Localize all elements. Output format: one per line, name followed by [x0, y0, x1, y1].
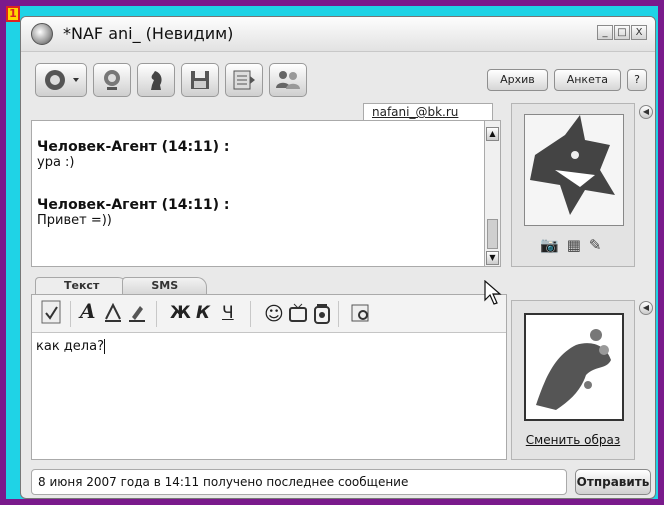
maximize-button[interactable]: □: [614, 25, 630, 40]
change-avatar-link[interactable]: Сменить образ: [512, 433, 634, 447]
my-avatar: [524, 313, 624, 421]
message-text: ура :): [37, 155, 75, 170]
profile-button[interactable]: Анкета: [553, 69, 621, 91]
spellcheck-icon: [41, 300, 61, 324]
separator: [156, 301, 157, 327]
italic-button[interactable]: К: [196, 303, 210, 323]
separator: [338, 301, 339, 327]
underline-button[interactable]: Ч: [222, 303, 234, 323]
message-input-text: как дела?: [36, 339, 104, 354]
message: Человек-Агент (14:11) : ура :): [37, 139, 230, 170]
chat-history[interactable]: Человек-Агент (14:11) : ура :) Человек-А…: [31, 120, 501, 267]
message-header: Человек-Агент (14:11) :: [37, 139, 230, 155]
status-menu-button[interactable]: [35, 63, 87, 97]
gallery-icon[interactable]: ▦: [567, 236, 581, 254]
tab-text[interactable]: Текст: [35, 277, 129, 294]
highlight-icon[interactable]: [128, 303, 146, 328]
contact-avatar: [524, 114, 624, 226]
help-button[interactable]: ?: [627, 69, 647, 91]
tab-sms[interactable]: SMS: [122, 277, 208, 294]
contact-avatar-panel: 📷 ▦ ✎: [511, 103, 635, 267]
webcam-icon: [104, 70, 120, 90]
message: Человек-Агент (14:11) : Привет =)): [37, 197, 230, 228]
scroll-down-icon[interactable]: ▼: [486, 251, 499, 265]
collapse-my-avatar-icon[interactable]: ◀: [639, 301, 653, 315]
compose-area: A Ж К Ч ☺ как дела?: [31, 294, 507, 460]
webcam-button[interactable]: [93, 63, 131, 97]
window-controls: _ □ X: [597, 25, 647, 40]
message-header: Человек-Агент (14:11) :: [37, 197, 230, 213]
archive-button[interactable]: Архив: [487, 69, 548, 91]
scroll-thumb[interactable]: [487, 219, 498, 249]
window-title: *NAF ani_ (Невидим): [63, 24, 234, 43]
scroll-up-icon[interactable]: ▲: [486, 127, 499, 141]
animation-icon[interactable]: [312, 303, 332, 330]
save-button[interactable]: [181, 63, 219, 97]
close-button[interactable]: X: [631, 25, 647, 40]
main-toolbar: [35, 63, 307, 97]
my-avatar-panel: Сменить образ: [511, 300, 635, 460]
app-icon[interactable]: [31, 23, 53, 45]
save-icon: [191, 71, 209, 89]
camera-icon[interactable]: 📷: [540, 236, 559, 254]
status-icon: [45, 70, 79, 90]
title-bar: *NAF ani_ (Невидим) _ □ X: [21, 17, 655, 52]
font-icon[interactable]: A: [80, 299, 96, 323]
send-button[interactable]: Отправить: [575, 469, 651, 495]
game-button[interactable]: [137, 63, 175, 97]
edit-icon[interactable]: ✎: [589, 236, 602, 254]
tv-icon[interactable]: [288, 303, 308, 328]
message-input[interactable]: как дела?: [36, 339, 105, 354]
chess-icon: [151, 71, 162, 90]
smiley-icon[interactable]: ☺: [264, 303, 284, 325]
mouse-cursor-icon: [484, 280, 502, 305]
minimize-button[interactable]: _: [597, 25, 613, 40]
history-icon: [233, 70, 255, 90]
history-button[interactable]: [225, 63, 263, 97]
separator: [70, 301, 71, 327]
profile-buttons: Архив Анкета: [487, 69, 621, 91]
separator: [250, 301, 251, 327]
formatting-toolbar: A Ж К Ч ☺: [32, 295, 506, 333]
chat-window: *NAF ani_ (Невидим) _ □ X Архив Анкета ?…: [20, 16, 656, 499]
bold-button[interactable]: Ж: [170, 303, 191, 323]
spellcheck-button[interactable]: [40, 299, 62, 330]
message-text: Привет =)): [37, 213, 112, 228]
contacts-button[interactable]: [269, 63, 307, 97]
avatar-actions: 📷 ▦ ✎: [540, 236, 601, 254]
text-caret: [103, 339, 105, 354]
insert-image-icon[interactable]: [350, 303, 370, 328]
status-bar: 8 июня 2007 года в 14:11 получено послед…: [31, 469, 567, 495]
contacts-icon: [276, 71, 300, 89]
outer-frame: 1 *NAF ani_ (Невидим) _ □ X Архив Анкета…: [6, 6, 658, 499]
collapse-contact-icon[interactable]: ◀: [639, 105, 653, 119]
compose-tabs: Текст SMS: [35, 277, 208, 294]
text-color-icon[interactable]: [104, 302, 122, 328]
contact-email[interactable]: nafani_@bk.ru: [363, 103, 493, 121]
chat-scrollbar[interactable]: ▲ ▼: [484, 121, 500, 266]
corner-badge: 1: [6, 6, 20, 22]
